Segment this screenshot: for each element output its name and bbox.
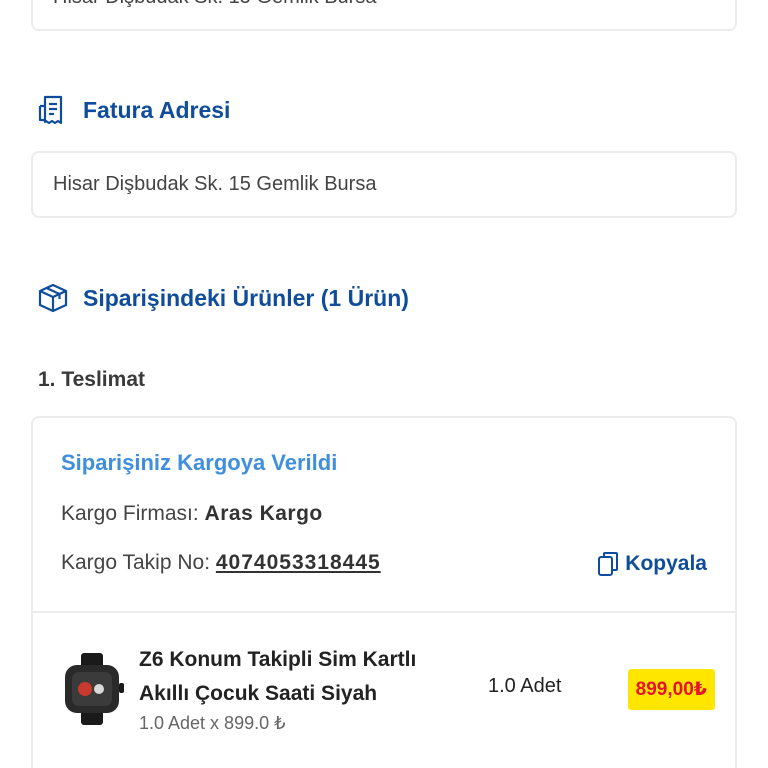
billing-address-card: Hisar Dişbudak Sk. 15 Gemlik Bursa [31,151,737,218]
delivery-heading: 1. Teslimat [38,368,145,391]
product-quantity: 1.0 Adet [488,675,562,697]
delivery-address-card: Hisar Dişbudak Sk. 15 Gemlik Bursa [31,0,737,31]
tracking-number-link[interactable]: 4074053318445 [216,551,381,574]
billing-address-title: Fatura Adresi [83,96,231,123]
billing-address-header: Fatura Adresi [37,94,230,126]
tracking-label: Kargo Takip No: [61,551,211,574]
shipment-card: Siparişiniz Kargoya Verildi Kargo Firmas… [31,416,737,768]
copy-tracking-button[interactable]: Kopyala [597,551,707,577]
delivery-address-text: Hisar Dişbudak Sk. 15 Gemlik Bursa [53,0,376,9]
product-row[interactable]: Z6 Konum Takipli Sim Kartlı Akıllı Çocuk… [33,613,735,768]
product-price-badge: 899,00₺ [627,669,715,710]
order-products-header: Siparişindeki Ürünler (1 Ürün) [37,282,409,314]
copy-button-label: Kopyala [625,552,707,575]
receipt-icon [38,95,63,125]
carrier-label: Kargo Firması: [61,502,199,525]
product-unit-summary: 1.0 Adet x 899.0 ₺ [139,713,286,733]
tracking-row: Kargo Takip No: 4074053318445 [61,551,381,575]
billing-address-text: Hisar Dişbudak Sk. 15 Gemlik Bursa [53,173,377,195]
package-icon [38,283,68,313]
copy-icon [598,552,619,576]
carrier-row: Kargo Firması: Aras Kargo [61,502,323,526]
product-name[interactable]: Z6 Konum Takipli Sim Kartlı Akıllı Çocuk… [139,643,459,711]
order-products-title: Siparişindeki Ürünler (1 Ürün) [83,284,409,311]
carrier-value: Aras Kargo [204,502,323,525]
smartwatch-icon[interactable] [61,653,127,725]
shipment-status: Siparişiniz Kargoya Verildi [61,450,338,475]
